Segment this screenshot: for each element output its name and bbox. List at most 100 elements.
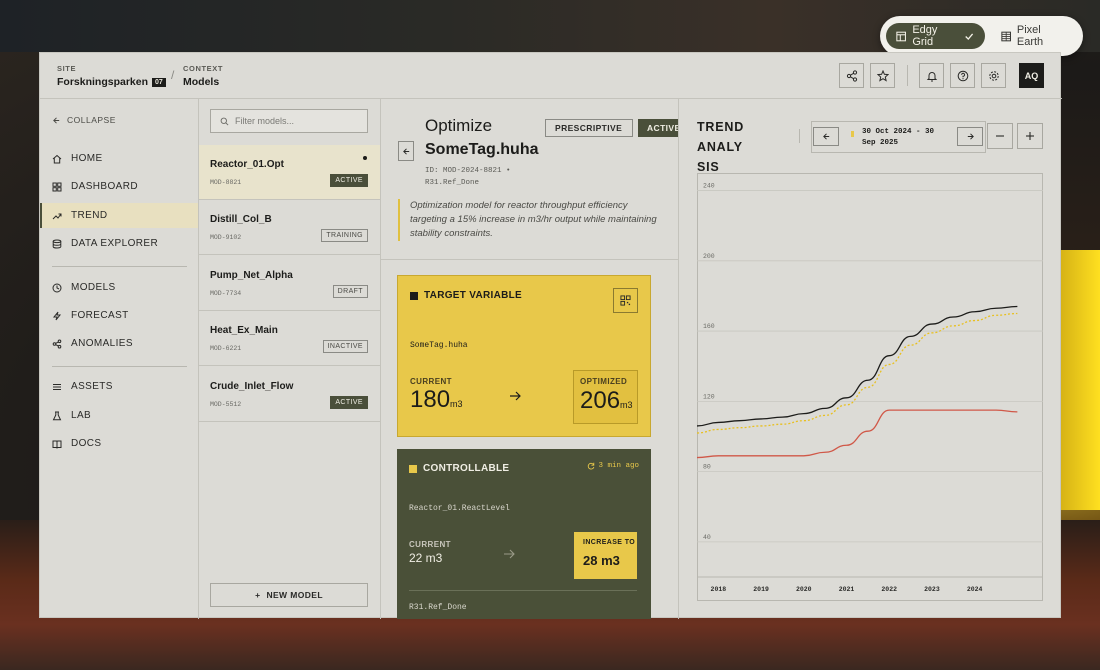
refresh-icon (588, 462, 595, 470)
model-list-item[interactable]: Crude_Inlet_Flow MOD-5512 ACTIVE (199, 367, 380, 422)
current-unit: m3 (450, 399, 463, 409)
model-name: Distill_Col_B (210, 214, 272, 225)
selected-dot (363, 156, 367, 160)
model-id: MOD-7734 (210, 290, 242, 297)
sidebar-item-label: DATA EXPLORER (71, 238, 159, 249)
sidebar-item-models[interactable]: MODELS (40, 275, 198, 300)
x-tick-label: 2024 (967, 586, 983, 593)
trend-title-line: TREND (697, 120, 745, 134)
toolbar-divider (907, 65, 908, 86)
site-name: Forskningsparken (57, 76, 149, 88)
trend-divider (799, 129, 800, 143)
detail-ref: R31.Ref_Done (425, 179, 480, 187)
settings-button[interactable] (981, 63, 1006, 88)
y-tick-label: 120 (703, 393, 715, 400)
date-next-button[interactable] (957, 127, 983, 146)
optimized-number: 206 (580, 387, 621, 414)
sidebar-item-dashboard[interactable]: DASHBOARD (40, 174, 198, 199)
sidebar-item-lab[interactable]: LAB (40, 403, 198, 428)
model-id: MOD-6221 (210, 345, 242, 352)
dashboard-icon (52, 182, 62, 191)
y-tick-label: 240 (703, 183, 715, 190)
model-name: Pump_Net_Alpha (210, 270, 293, 281)
top-bar: SITE Forskningsparken 07 / CONTEXT Models… (40, 53, 1062, 99)
site-label: SITE (57, 64, 77, 73)
target-variable-card: TARGET VARIABLE SomeTag.huha CURRENT 180… (397, 275, 651, 437)
status-badge: DRAFT (332, 285, 368, 298)
filter-models-input[interactable]: Filter models... (210, 109, 368, 133)
model-list-item[interactable]: Heat_Ex_Main MOD-6221 INACTIVE (199, 311, 380, 366)
context-name: Models (183, 76, 220, 88)
bell-icon (926, 71, 937, 81)
sidebar-item-forecast[interactable]: FORECAST (40, 303, 198, 328)
arrow-left-icon (402, 147, 409, 155)
sidebar-item-trend[interactable]: TREND (40, 203, 198, 228)
collapse-label: COLLAPSE (67, 115, 116, 125)
card-divider (409, 590, 637, 591)
help-button[interactable] (950, 63, 975, 88)
filter-placeholder: Filter models... (235, 116, 295, 126)
plus-icon (1026, 132, 1034, 140)
card-heading: CONTROLLABLE (409, 463, 509, 474)
sidebar-item-docs[interactable]: DOCS (40, 431, 198, 456)
arrow-left-icon (53, 116, 60, 124)
x-tick-label: 2021 (839, 586, 855, 593)
breadcrumb-site[interactable]: SITE Forskningsparken 07 (57, 64, 166, 88)
theme-option-pixel-earth[interactable]: Pixel Earth (991, 23, 1077, 49)
current-number: 180 (410, 386, 451, 413)
layout-icon (896, 31, 906, 41)
search-icon (220, 117, 229, 125)
share-icon (846, 69, 857, 82)
detail-description: Optimization model for reactor throughpu… (398, 199, 658, 241)
detail-kicker: Optimize (425, 116, 493, 135)
sidebar-divider (52, 266, 187, 267)
zoom-out-button[interactable] (987, 123, 1013, 149)
sync-status: 3 min ago (587, 462, 639, 470)
status-badge: ACTIVE (330, 396, 368, 409)
arrow-right-icon (509, 389, 521, 407)
theme-option-edgy-grid[interactable]: Edgy Grid (886, 23, 985, 49)
type-pill: PRESCRIPTIVE (545, 119, 633, 137)
new-model-button[interactable]: + NEW MODEL (210, 583, 368, 607)
date-prev-button[interactable] (813, 127, 839, 146)
gear-icon (988, 70, 999, 81)
zoom-in-button[interactable] (1017, 123, 1043, 149)
model-id: MOD-5512 (210, 401, 242, 408)
qr-button[interactable] (613, 288, 638, 313)
sidebar-item-assets[interactable]: ASSETS (40, 374, 198, 399)
sidebar-item-label: FORECAST (71, 310, 129, 321)
model-list-item[interactable]: Pump_Net_Alpha MOD-7734 DRAFT (199, 256, 380, 311)
detail-divider (381, 259, 678, 260)
sidebar-item-anomalies[interactable]: ANOMALIES (40, 331, 198, 356)
sidebar-item-home[interactable]: HOME (40, 146, 198, 171)
card-heading-label: TARGET VARIABLE (424, 290, 523, 301)
share-button[interactable] (839, 63, 864, 88)
breadcrumb-context[interactable]: CONTEXT Models (183, 64, 223, 88)
favorite-button[interactable] (870, 63, 895, 88)
status-badge: INACTIVE (322, 340, 368, 353)
current-label: CURRENT (410, 377, 452, 386)
plus-icon: + (255, 590, 261, 600)
trend-title-line: ANALY (697, 140, 743, 154)
breadcrumb-separator: / (171, 68, 175, 82)
collapse-button[interactable]: COLLAPSE (52, 115, 116, 125)
flask-icon (52, 411, 62, 420)
date-range-picker[interactable]: 30 Oct 2024 - 30 Sep 2025 (811, 121, 986, 153)
model-list-item[interactable]: Distill_Col_B MOD-9102 TRAINING (199, 200, 380, 255)
sidebar-item-data-explorer[interactable]: DATA EXPLORER (40, 231, 198, 256)
model-id: MOD-9102 (210, 234, 242, 241)
trend-icon (52, 213, 62, 219)
date-range-line: Sep 2025 (862, 139, 899, 147)
model-list-item[interactable]: Reactor_01.Opt MOD-8821 ACTIVE (199, 145, 380, 200)
new-model-label: NEW MODEL (266, 590, 323, 600)
notifications-button[interactable] (919, 63, 944, 88)
back-button[interactable] (398, 141, 414, 161)
y-tick-label: 160 (703, 323, 715, 330)
avatar[interactable]: AQ (1019, 63, 1044, 88)
anomalies-icon (52, 339, 62, 348)
arrow-right-icon (503, 547, 515, 565)
detail-id: ID: MOD-2024-8821 • (425, 167, 511, 175)
grid-icon (1000, 31, 1011, 41)
sidebar-item-label: HOME (71, 153, 103, 164)
book-icon (52, 440, 62, 449)
